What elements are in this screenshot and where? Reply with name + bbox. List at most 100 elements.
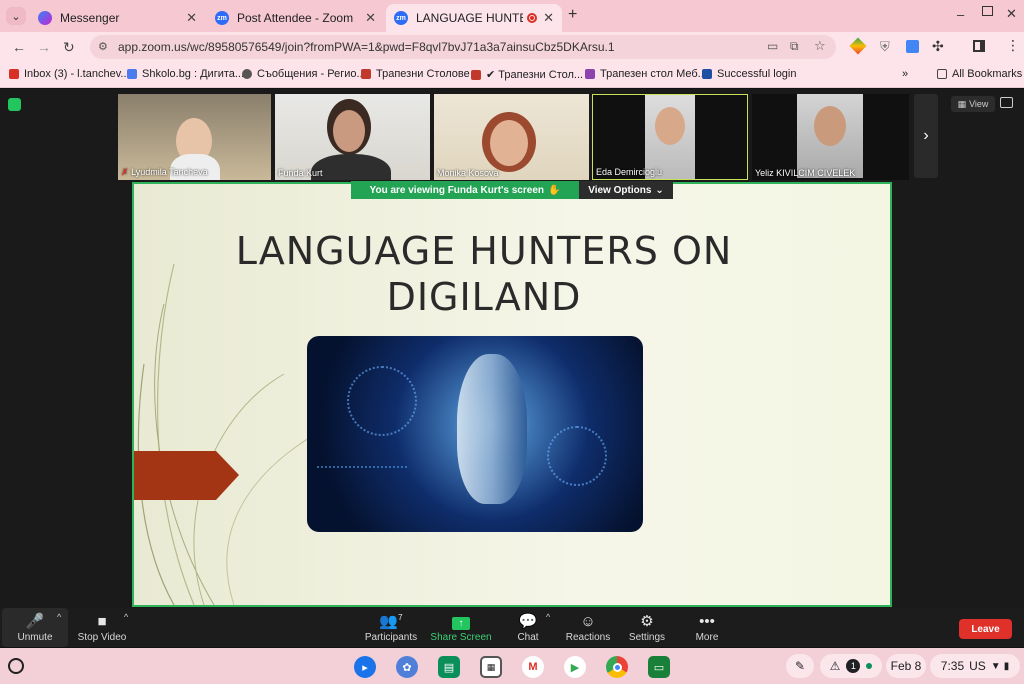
view-button[interactable]: ▦ View xyxy=(951,96,995,112)
side-panel-icon[interactable] xyxy=(973,40,985,52)
settings-button[interactable]: ⚙ Settings xyxy=(626,608,668,647)
participant-name: ✗ Lyudmila Tancheva xyxy=(121,167,208,177)
bookmark-chairs-2[interactable]: ✔ Трапезни Стол... xyxy=(471,68,583,81)
next-participants-button[interactable]: › xyxy=(914,94,938,178)
participants-count: 7 xyxy=(398,613,403,622)
bookmark-label: Shkolo.bg : Дигита... xyxy=(142,68,245,80)
warning-icon: ⚠ xyxy=(829,659,841,673)
chrome-app-icon[interactable] xyxy=(606,656,628,678)
viewing-banner: You are viewing Funda Kurt's screen ✋ xyxy=(351,181,579,199)
site-info-icon[interactable]: ⚙ xyxy=(98,40,108,53)
notification-count: 1 xyxy=(846,659,861,673)
participant-tile[interactable]: Funda Kurt xyxy=(275,94,430,180)
tab-messenger[interactable]: Messenger ✕ xyxy=(30,4,205,32)
audio-options-caret[interactable]: ^ xyxy=(57,612,61,622)
participant-tile[interactable]: ✗ Lyudmila Tancheva xyxy=(118,94,271,180)
participants-button[interactable]: 👥7 Participants xyxy=(363,608,419,647)
minimize-window-button[interactable]: – xyxy=(957,7,964,22)
close-icon[interactable]: ✕ xyxy=(543,10,554,26)
mic-muted-icon: ✗ xyxy=(121,167,129,177)
calendar-date-button[interactable]: Feb 8 xyxy=(886,654,926,678)
circuit-graphic xyxy=(547,426,607,486)
tab-title: Post Attendee - Zoom xyxy=(237,11,354,25)
classroom-app-icon[interactable]: ▤ xyxy=(438,656,460,678)
close-icon[interactable]: ✕ xyxy=(186,10,197,26)
system-tray[interactable]: 7:35 US ▼ ▮ xyxy=(930,654,1020,678)
qr-app-icon[interactable]: ▦ xyxy=(480,656,502,678)
bookmark-successful-login[interactable]: Successful login xyxy=(702,68,797,80)
share-banner: You are viewing Funda Kurt's screen ✋ Vie… xyxy=(351,181,673,199)
bookmark-shkolo[interactable]: Shkolo.bg : Дигита... xyxy=(127,68,244,80)
participants-icon: 👥7 xyxy=(379,613,403,630)
all-bookmarks[interactable]: All Bookmarks xyxy=(937,68,1022,80)
chevron-down-icon: ⌄ xyxy=(655,184,664,196)
encryption-shield-icon[interactable] xyxy=(8,98,21,111)
launcher-icon[interactable] xyxy=(8,658,24,674)
fullscreen-icon[interactable] xyxy=(1000,97,1013,108)
participant-name: Monika Kosova xyxy=(437,168,499,178)
restore-window-button[interactable] xyxy=(982,6,993,16)
participant-tile[interactable]: Monika Kosova xyxy=(434,94,589,180)
share-screen-button[interactable]: ↑ Share Screen xyxy=(430,608,492,647)
participant-tile[interactable]: Yeliz KIVILCIM CIVELEK xyxy=(752,94,909,180)
bookmark-chair-3[interactable]: Трапезен стол Меб... xyxy=(585,68,707,80)
stop-video-button[interactable]: ■ Stop Video xyxy=(74,608,130,647)
view-options-button[interactable]: View Options ⌄ xyxy=(579,181,673,199)
reactions-icon: ☺ xyxy=(580,613,596,630)
participant-name: Yeliz KIVILCIM CIVELEK xyxy=(755,168,856,178)
close-window-button[interactable]: ✕ xyxy=(1006,6,1017,22)
extensions-puzzle-icon[interactable]: ✣ xyxy=(932,38,944,55)
gear-icon: ⚙ xyxy=(640,613,654,630)
store-icon xyxy=(361,69,371,79)
bookmark-messages[interactable]: Съобщения - Регио... xyxy=(242,68,366,80)
participants-label: Participants xyxy=(364,632,418,643)
camera-icon[interactable]: ▭ xyxy=(767,39,778,53)
participant-video xyxy=(490,120,528,166)
forward-icon[interactable]: → xyxy=(37,39,51,55)
tab-language-hunters[interactable]: zm LANGUAGE HUNTERS ON D ✕ xyxy=(386,4,562,32)
more-button[interactable]: ••• More xyxy=(690,608,724,647)
participant-video xyxy=(333,110,365,152)
extension-icon[interactable]: ⛨ xyxy=(880,39,890,55)
bookmark-star-icon[interactable]: ☆ xyxy=(814,38,826,54)
bookmark-label: Successful login xyxy=(717,68,797,80)
stylus-tools-button[interactable]: ✎ xyxy=(786,654,814,678)
translate-icon[interactable] xyxy=(906,40,919,53)
circuit-graphic xyxy=(347,366,417,436)
tab-post-attendee[interactable]: zm Post Attendee - Zoom ✕ xyxy=(207,4,384,32)
participant-tile-active-speaker[interactable]: Eda Demircioglu xyxy=(592,94,748,180)
bookmark-label: Съобщения - Регио... xyxy=(257,68,366,80)
bookmark-chairs-1[interactable]: Трапезни Столове xyxy=(361,68,470,80)
extension-icon[interactable] xyxy=(849,37,867,55)
install-app-icon[interactable]: ⧉ xyxy=(790,39,799,54)
close-icon[interactable]: ✕ xyxy=(365,10,376,26)
menu-icon[interactable]: ⋮ xyxy=(1006,37,1020,54)
view-label: View xyxy=(969,99,989,109)
chat-options-caret[interactable]: ^ xyxy=(546,612,550,622)
leave-button[interactable]: Leave xyxy=(959,619,1012,639)
more-bookmarks-icon[interactable]: » xyxy=(902,68,908,80)
slides-app-icon[interactable]: ▭ xyxy=(648,656,670,678)
notifications-area[interactable]: ⚠ 1 xyxy=(820,654,882,678)
reactions-button[interactable]: ☺ Reactions xyxy=(564,608,612,647)
palette-app-icon[interactable]: ✿ xyxy=(396,656,418,678)
new-tab-button[interactable]: + xyxy=(568,6,577,24)
files-app-icon[interactable]: ▸ xyxy=(354,656,376,678)
reload-icon[interactable]: ↻ xyxy=(63,39,75,56)
chat-label: Chat xyxy=(517,632,539,643)
gmail-app-icon[interactable]: M xyxy=(522,656,544,678)
chat-button[interactable]: 💬 Chat xyxy=(510,608,546,647)
zoom-toolbar: 🎤 Unmute ^ ■ Stop Video ^ 👥7 Participant… xyxy=(0,608,1024,647)
bookmark-gmail[interactable]: Inbox (3) - l.tanchev... xyxy=(9,68,130,80)
tab-title: LANGUAGE HUNTERS ON D xyxy=(416,11,523,25)
address-bar[interactable]: ⚙ app.zoom.us/wc/89580576549/join?fromPW… xyxy=(90,35,836,59)
back-icon[interactable]: ← xyxy=(12,39,26,55)
more-label: More xyxy=(695,632,719,643)
bookmark-label: Трапезни Столове xyxy=(376,68,470,80)
play-store-app-icon[interactable]: ▶ xyxy=(564,656,586,678)
tab-search-button[interactable]: ⌄ xyxy=(6,7,26,25)
arrow-shape xyxy=(134,451,239,500)
participant-name: Eda Demircioglu xyxy=(596,167,663,177)
tab-title: Messenger xyxy=(60,11,120,25)
video-options-caret[interactable]: ^ xyxy=(124,612,128,622)
